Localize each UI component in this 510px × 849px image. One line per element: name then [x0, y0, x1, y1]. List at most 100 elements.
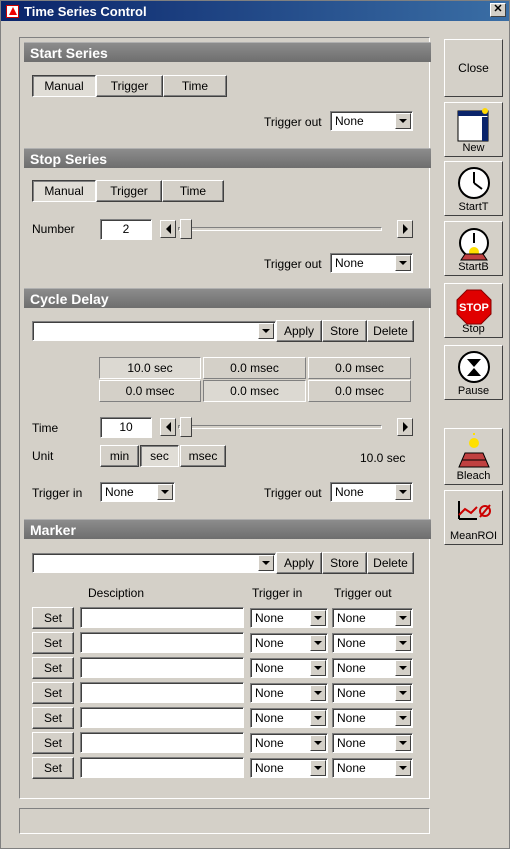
stop-trigger-out-select[interactable]: None — [330, 253, 413, 273]
delay-preset-cell[interactable]: 10.0 sec — [99, 357, 201, 379]
unit-sec-button[interactable]: sec — [140, 445, 179, 467]
marker-set-button[interactable]: Set — [32, 607, 74, 629]
number-decrease-button[interactable] — [160, 220, 176, 238]
stop-button[interactable]: STOP Stop — [444, 283, 503, 338]
marker-description-input[interactable] — [80, 707, 244, 728]
marker-trigger-out-select[interactable]: None — [332, 633, 413, 653]
chevron-down-icon[interactable] — [395, 113, 411, 129]
unit-min-button[interactable]: min — [100, 445, 139, 467]
cycle-trigger-in-select[interactable]: None — [100, 482, 175, 502]
stop-manual-button[interactable]: Manual — [32, 180, 96, 202]
chevron-down-icon[interactable] — [310, 760, 326, 776]
close-window-button[interactable]: ✕ — [490, 3, 506, 17]
marker-set-button[interactable]: Set — [32, 732, 74, 754]
marker-store-button[interactable]: Store — [322, 552, 367, 574]
marker-description-input[interactable] — [80, 732, 244, 753]
chevron-down-icon[interactable] — [395, 735, 411, 751]
chevron-down-icon[interactable] — [310, 660, 326, 676]
chevron-down-icon[interactable] — [395, 760, 411, 776]
number-increase-button[interactable] — [397, 220, 413, 238]
chevron-down-icon[interactable] — [310, 610, 326, 626]
cycle-delay-apply-button[interactable]: Apply — [276, 320, 322, 342]
marker-trigger-out-select[interactable]: None — [332, 758, 413, 778]
delay-preset-cell[interactable]: 0.0 msec — [308, 357, 411, 379]
delay-preset-cell[interactable]: 0.0 msec — [203, 357, 306, 379]
chevron-down-icon[interactable] — [310, 710, 326, 726]
stop-trigger-button[interactable]: Trigger — [96, 180, 162, 202]
delay-preset-cell[interactable]: 0.0 msec — [203, 380, 306, 402]
marker-trigger-in-select[interactable]: None — [250, 758, 328, 778]
marker-apply-button[interactable]: Apply — [276, 552, 322, 574]
chevron-down-icon[interactable] — [395, 610, 411, 626]
cycle-trigger-out-select[interactable]: None — [330, 482, 413, 502]
chevron-down-icon[interactable] — [157, 484, 173, 500]
marker-trigger-out-select[interactable]: None — [332, 608, 413, 628]
chevron-down-icon[interactable] — [310, 735, 326, 751]
new-document-icon — [457, 108, 489, 142]
start-timed-button[interactable]: StartT — [444, 161, 503, 216]
start-trigger-button[interactable]: Trigger — [96, 75, 163, 97]
chevron-down-icon[interactable] — [258, 323, 274, 339]
marker-set-button[interactable]: Set — [32, 707, 74, 729]
marker-trigger-out-value: None — [337, 736, 366, 750]
time-input[interactable]: 10 — [100, 417, 152, 438]
title-bar[interactable]: Time Series Control ✕ — [1, 1, 509, 21]
marker-trigger-in-select[interactable]: None — [250, 608, 328, 628]
marker-trigger-in-select[interactable]: None — [250, 708, 328, 728]
pause-button[interactable]: Pause — [444, 345, 503, 400]
start-manual-button[interactable]: Manual — [32, 75, 96, 97]
marker-set-button[interactable]: Set — [32, 757, 74, 779]
marker-trigger-out-select[interactable]: None — [332, 658, 413, 678]
number-slider-track[interactable] — [178, 227, 382, 231]
start-trigger-out-select[interactable]: None — [330, 111, 413, 131]
time-increase-button[interactable] — [397, 418, 413, 436]
cycle-delay-preset-select[interactable] — [32, 321, 276, 341]
time-slider-thumb[interactable] — [180, 417, 192, 437]
number-input[interactable]: 2 — [100, 219, 152, 240]
unit-msec-button[interactable]: msec — [180, 445, 226, 467]
chevron-down-icon[interactable] — [310, 635, 326, 651]
cycle-delay-delete-button[interactable]: Delete — [367, 320, 414, 342]
marker-description-input[interactable] — [80, 632, 244, 653]
marker-description-input[interactable] — [80, 607, 244, 628]
chevron-down-icon[interactable] — [395, 710, 411, 726]
chevron-down-icon[interactable] — [395, 660, 411, 676]
cycle-delay-store-button[interactable]: Store — [322, 320, 367, 342]
bleach-button[interactable]: Bleach — [444, 428, 503, 485]
marker-trigger-out-select[interactable]: None — [332, 733, 413, 753]
stop-time-button[interactable]: Time — [162, 180, 224, 202]
marker-description-input[interactable] — [80, 682, 244, 703]
delay-preset-cell[interactable]: 0.0 msec — [308, 380, 411, 402]
marker-trigger-in-select[interactable]: None — [250, 658, 328, 678]
chevron-down-icon[interactable] — [395, 484, 411, 500]
app-icon — [6, 4, 19, 18]
new-button[interactable]: New — [444, 102, 503, 157]
marker-set-button[interactable]: Set — [32, 682, 74, 704]
delay-preset-cell[interactable]: 0.0 msec — [99, 380, 201, 402]
chevron-down-icon[interactable] — [258, 555, 274, 571]
start-b-label: StartB — [458, 261, 489, 273]
window-title: Time Series Control — [24, 3, 147, 19]
marker-preset-select[interactable] — [32, 553, 276, 573]
mean-roi-button[interactable]: MeanROI — [444, 490, 503, 545]
marker-trigger-in-select[interactable]: None — [250, 683, 328, 703]
chevron-down-icon[interactable] — [395, 685, 411, 701]
chevron-down-icon[interactable] — [310, 685, 326, 701]
marker-description-input[interactable] — [80, 657, 244, 678]
start-time-button[interactable]: Time — [163, 75, 227, 97]
close-button[interactable]: Close — [444, 39, 503, 97]
marker-trigger-in-select[interactable]: None — [250, 633, 328, 653]
number-slider-thumb[interactable] — [180, 219, 192, 239]
start-bleach-button[interactable]: StartB — [444, 221, 503, 276]
marker-trigger-out-select[interactable]: None — [332, 708, 413, 728]
chevron-down-icon[interactable] — [395, 255, 411, 271]
marker-trigger-out-select[interactable]: None — [332, 683, 413, 703]
time-slider-track[interactable] — [178, 425, 382, 429]
time-decrease-button[interactable] — [160, 418, 176, 436]
marker-set-button[interactable]: Set — [32, 632, 74, 654]
marker-delete-button[interactable]: Delete — [367, 552, 414, 574]
marker-trigger-in-select[interactable]: None — [250, 733, 328, 753]
marker-description-input[interactable] — [80, 757, 244, 778]
chevron-down-icon[interactable] — [395, 635, 411, 651]
marker-set-button[interactable]: Set — [32, 657, 74, 679]
